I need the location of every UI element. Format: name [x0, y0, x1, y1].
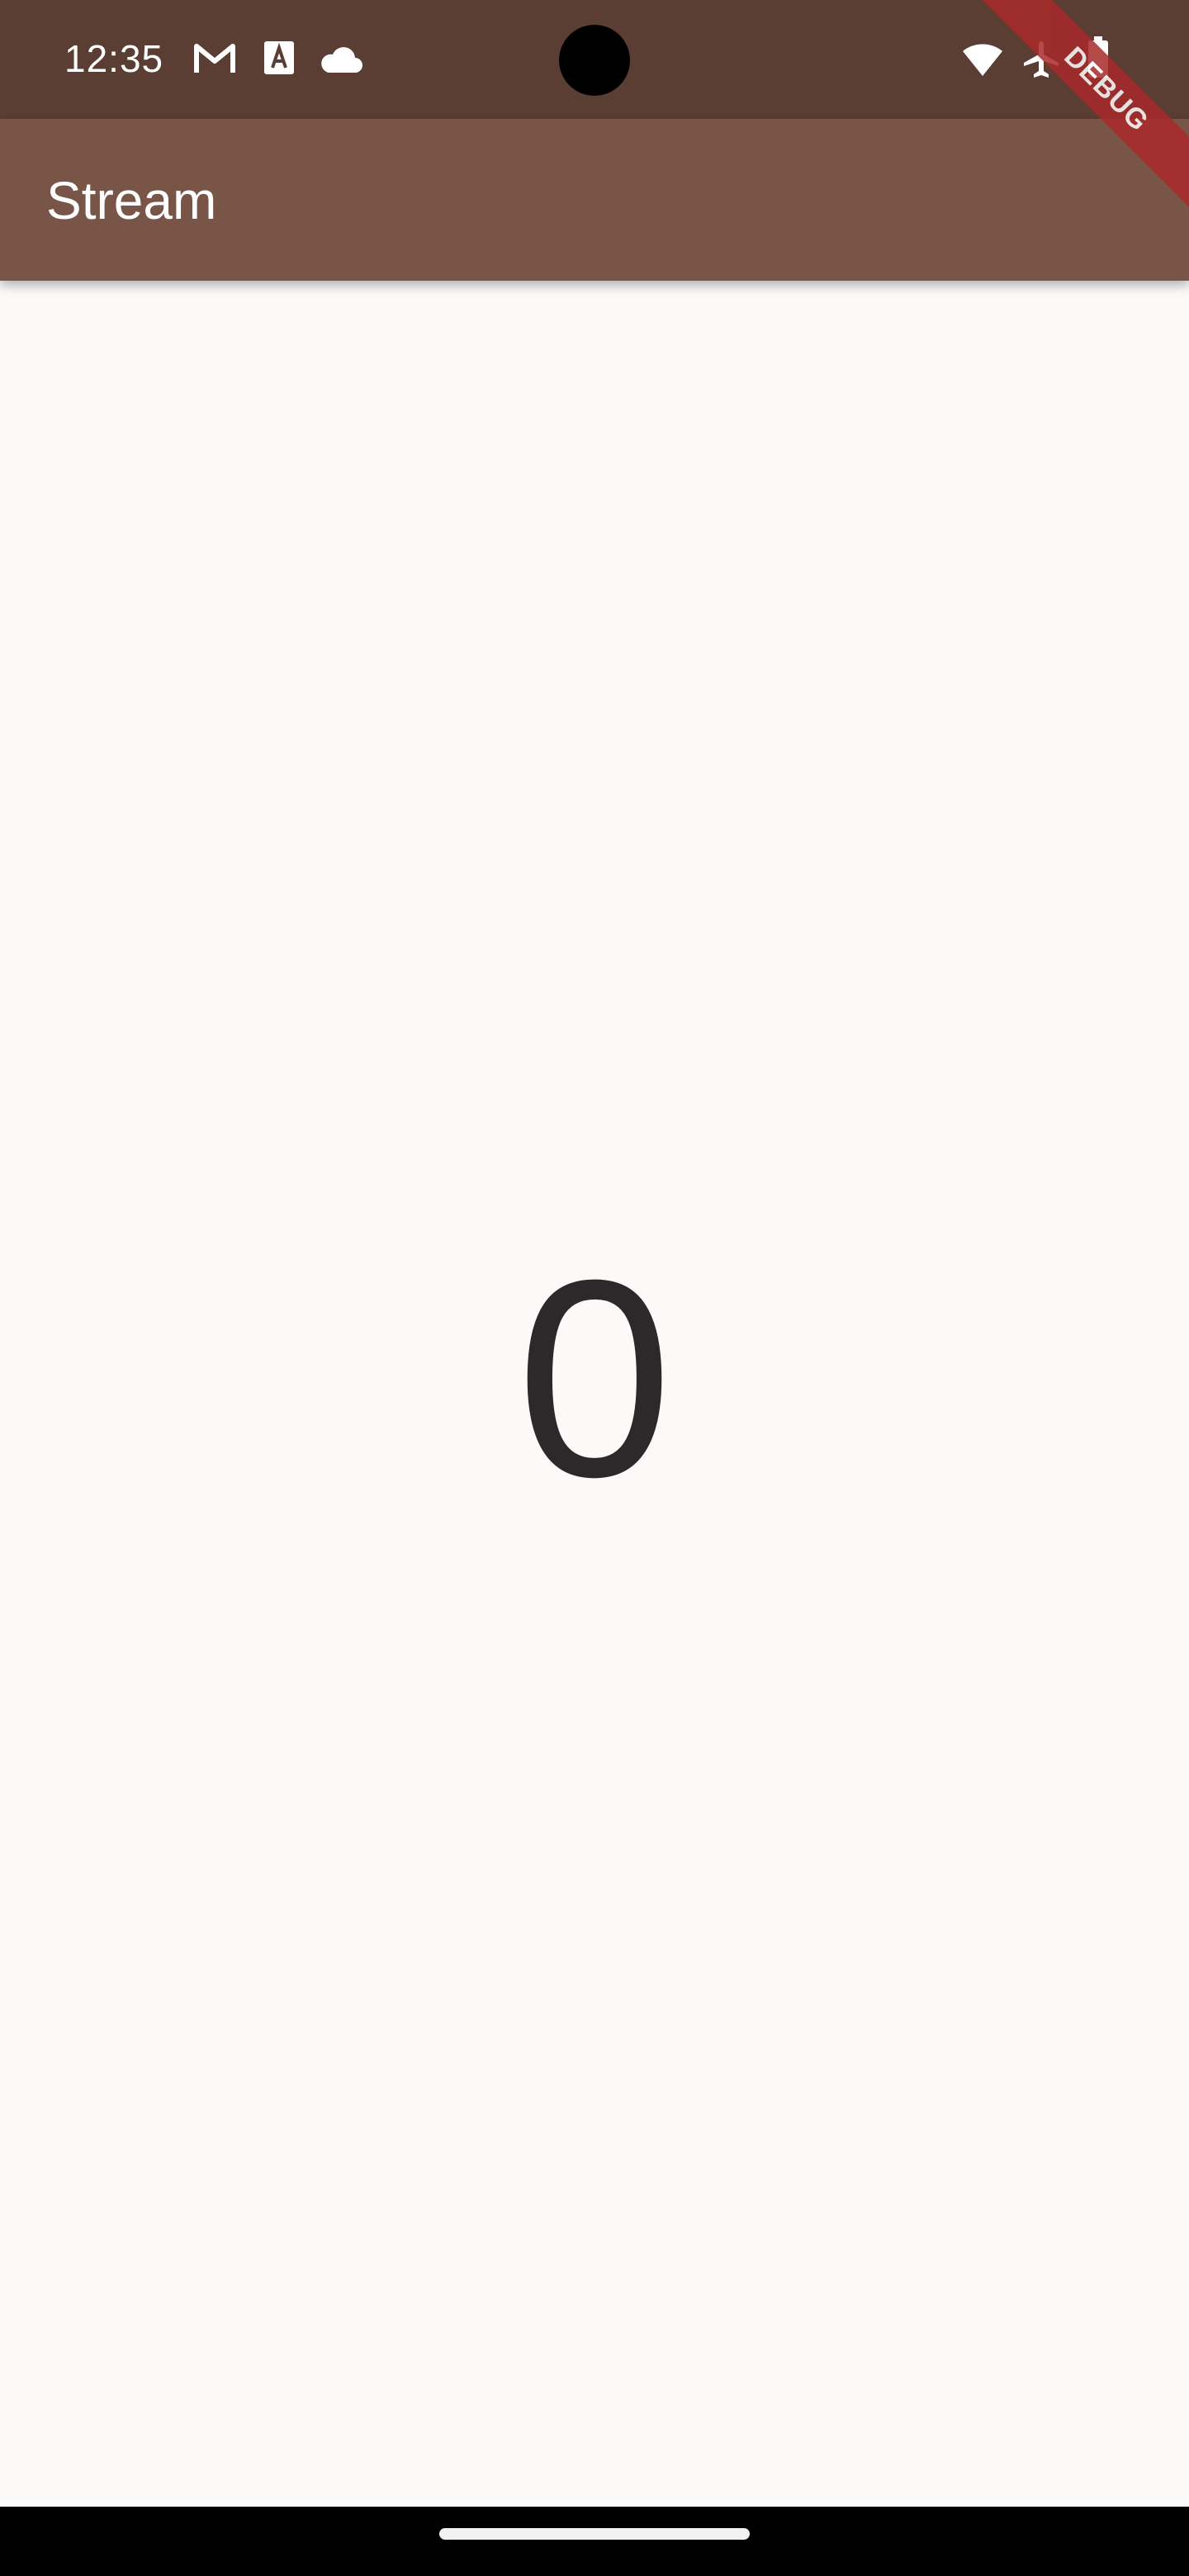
home-indicator[interactable]: [439, 2528, 750, 2540]
gmail-icon: [194, 44, 235, 73]
counter-value: 0: [516, 1222, 673, 1536]
wifi-icon: [963, 44, 1002, 76]
cloud-icon: [321, 47, 362, 73]
translate-app-icon: [264, 41, 294, 74]
status-time: 12:35: [64, 37, 164, 80]
app-bar: Stream: [0, 119, 1189, 281]
page-title: Stream: [46, 171, 217, 230]
system-navigation-bar: [0, 2507, 1189, 2576]
camera-cutout: [559, 25, 630, 96]
app-screen: 12:35 Stream DEBUG 0: [0, 0, 1189, 2576]
